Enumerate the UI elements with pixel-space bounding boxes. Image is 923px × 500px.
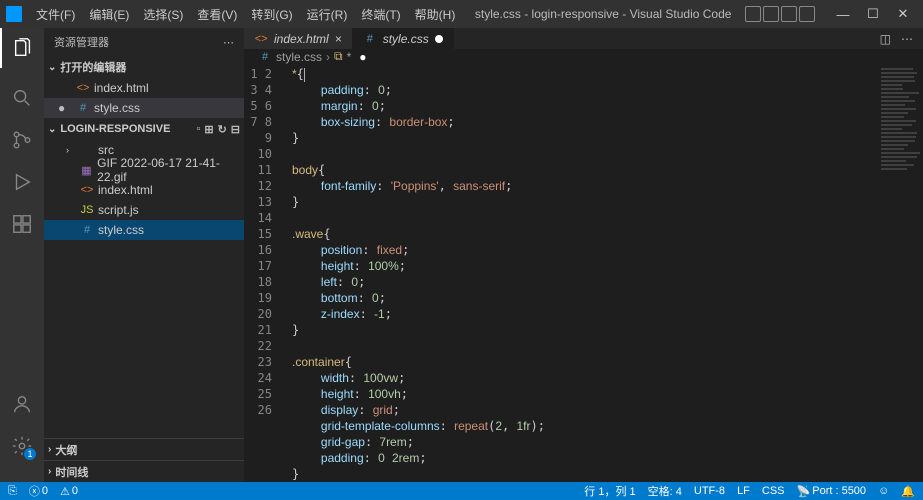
status-remote-icon[interactable]: ⎘ <box>8 485 17 498</box>
menu-item[interactable]: 帮助(H) <box>409 4 462 25</box>
minimap[interactable] <box>875 64 923 482</box>
gif-icon: ▦ <box>80 163 94 177</box>
chevron-down-icon: ⌄ <box>48 62 56 73</box>
open-editor-item[interactable]: <>index.html <box>44 78 244 98</box>
menu-item[interactable]: 选择(S) <box>137 4 189 25</box>
open-editor-item[interactable]: ●#style.css <box>44 98 244 118</box>
close-icon[interactable]: × <box>335 32 342 46</box>
outline-header[interactable]: › 大纲 <box>44 438 244 460</box>
maximize-button[interactable]: ☐ <box>859 4 887 24</box>
layout-controls <box>745 6 815 22</box>
more-icon[interactable]: ⋯ <box>223 36 234 49</box>
status-errors[interactable]: ⓧ 0 <box>29 483 48 499</box>
symbol-icon: ⧉ <box>334 49 343 64</box>
file-item[interactable]: JSscript.js <box>44 200 244 220</box>
folder-icon <box>80 143 94 157</box>
html-file-icon: <> <box>254 32 268 46</box>
code-content[interactable]: *{ padding: 0; margin: 0; box-sizing: bo… <box>284 64 875 482</box>
chevron-right-icon: › <box>66 145 76 155</box>
search-icon[interactable] <box>10 86 34 110</box>
menu-item[interactable]: 编辑(E) <box>83 4 135 25</box>
breadcrumb[interactable]: # style.css › ⧉ * ● <box>244 49 923 64</box>
editor-tab[interactable]: <>index.html× <box>244 28 353 49</box>
editor: <>index.html×#style.css ◫ ⋯ # style.css … <box>244 28 923 482</box>
vscode-logo-icon <box>6 6 22 22</box>
layout-custom-icon[interactable] <box>799 6 815 22</box>
file-item[interactable]: #style.css <box>44 220 244 240</box>
line-numbers: 1 2 3 4 5 6 7 8 9 10 11 12 13 14 15 16 1… <box>244 64 284 482</box>
timeline-header[interactable]: › 时间线 <box>44 460 244 482</box>
status-warnings[interactable]: ⚠ 0 <box>60 485 78 498</box>
run-debug-icon[interactable] <box>10 170 34 194</box>
title-bar: 文件(F)编辑(E)选择(S)查看(V)转到(G)运行(R)终端(T)帮助(H)… <box>0 0 923 28</box>
status-spaces[interactable]: 空格: 4 <box>648 483 682 499</box>
sidebar-title: 资源管理器 <box>54 34 109 50</box>
css-icon: # <box>80 223 94 237</box>
editor-tab[interactable]: #style.css <box>353 28 454 49</box>
explorer-icon[interactable] <box>0 28 44 68</box>
window-title: style.css - login-responsive - Visual St… <box>461 7 745 21</box>
layout-panel-icon[interactable] <box>763 6 779 22</box>
refresh-icon[interactable]: ↻ <box>218 123 227 136</box>
status-bar: ⎘ ⓧ 0 ⚠ 0 行 1，列 1 空格: 4 UTF-8 LF CSS 📡 P… <box>0 482 923 500</box>
css-file-icon: # <box>76 101 90 115</box>
modified-indicator: ● <box>359 50 366 64</box>
css-file-icon: # <box>258 50 272 64</box>
sidebar: 资源管理器 ⋯ ⌄ 打开的编辑器 <>index.html ● #style.css… <box>44 28 244 482</box>
menu-item[interactable]: 查看(V) <box>191 4 243 25</box>
close-button[interactable]: ✕ <box>889 4 917 24</box>
editor-tabs: <>index.html×#style.css ◫ ⋯ <box>244 28 923 49</box>
new-folder-icon[interactable]: ⊞ <box>204 123 213 136</box>
layout-sidebarleft-icon[interactable] <box>745 6 761 22</box>
source-control-icon[interactable] <box>10 128 34 152</box>
chevron-right-icon: › <box>48 466 51 477</box>
new-file-icon[interactable]: ▫ <box>196 123 200 136</box>
js-icon: JS <box>80 203 94 217</box>
file-item[interactable]: ▦GIF 2022-06-17 21-41-22.gif <box>44 160 244 180</box>
modified-dot[interactable]: ● <box>58 101 72 115</box>
modified-dot <box>435 35 443 43</box>
css-file-icon: # <box>363 32 377 46</box>
menu-item[interactable]: 运行(R) <box>301 4 354 25</box>
menu-bar: 文件(F)编辑(E)选择(S)查看(V)转到(G)运行(R)终端(T)帮助(H) <box>30 4 461 25</box>
split-editor-icon[interactable]: ◫ <box>880 32 891 46</box>
chevron-right-icon: › <box>48 444 51 455</box>
layout-sidebarright-icon[interactable] <box>781 6 797 22</box>
extensions-icon[interactable] <box>10 212 34 236</box>
menu-item[interactable]: 文件(F) <box>30 4 81 25</box>
menu-item[interactable]: 转到(G) <box>245 4 298 25</box>
status-feedback-icon[interactable]: ☺ <box>878 485 889 497</box>
status-live-server[interactable]: 📡 Port : 5500 <box>797 485 867 498</box>
status-bell-icon[interactable]: 🔔 <box>901 485 915 498</box>
status-encoding[interactable]: UTF-8 <box>694 485 725 497</box>
chevron-down-icon: ⌄ <box>48 124 56 135</box>
status-cursor[interactable]: 行 1，列 1 <box>584 483 635 499</box>
status-language[interactable]: CSS <box>762 485 785 497</box>
project-header[interactable]: ⌄ LOGIN-RESPONSIVE ▫ ⊞ ↻ ⊟ <box>44 118 244 140</box>
open-editors-header[interactable]: ⌄ 打开的编辑器 <box>44 56 244 78</box>
status-eol[interactable]: LF <box>737 485 750 497</box>
minimize-button[interactable]: — <box>829 4 857 24</box>
html-file-icon: <> <box>76 81 90 95</box>
menu-item[interactable]: 终端(T) <box>355 4 406 25</box>
collapse-icon[interactable]: ⊟ <box>231 123 240 136</box>
activity-bar <box>0 28 44 482</box>
settings-icon[interactable] <box>10 434 34 458</box>
html-icon: <> <box>80 183 94 197</box>
more-actions-icon[interactable]: ⋯ <box>901 32 913 46</box>
account-icon[interactable] <box>10 392 34 416</box>
